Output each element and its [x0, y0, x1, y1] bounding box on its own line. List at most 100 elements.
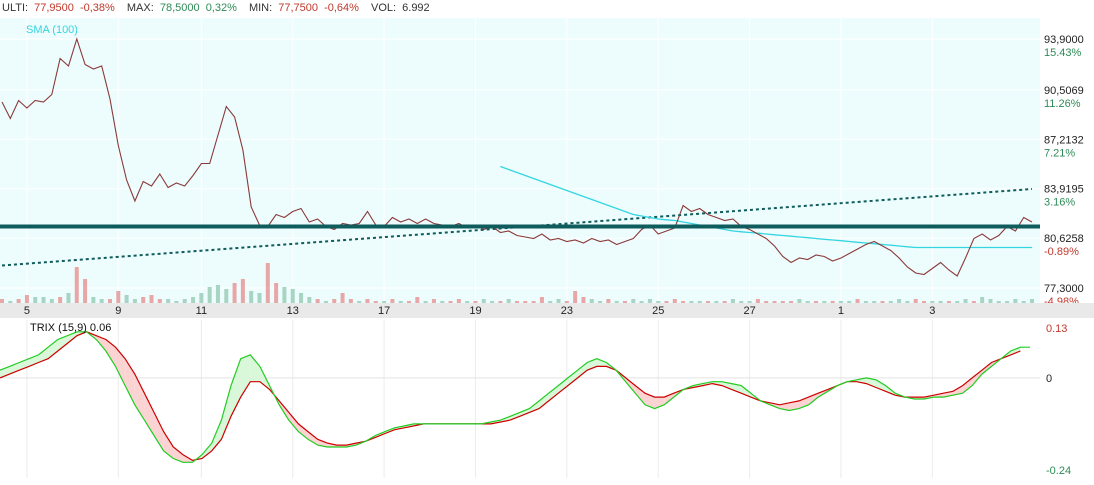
volume-bar: [922, 301, 927, 303]
volume-bar: [307, 297, 312, 303]
price-tick-percent: 11.26%: [1044, 98, 1081, 110]
volume-bar: [191, 297, 196, 303]
volume-bar: [747, 301, 752, 303]
volume-bar: [880, 301, 885, 303]
volume-bar: [174, 301, 179, 303]
volume-bar: [706, 301, 711, 303]
volume-bar: [797, 299, 802, 303]
volume-bar: [573, 291, 578, 303]
volume-bar: [99, 299, 104, 303]
volume-bar: [240, 279, 245, 303]
volume-bar: [722, 301, 727, 303]
volume-bar: [606, 299, 611, 303]
volume-bar: [730, 299, 735, 303]
volume-bar: [332, 299, 337, 303]
volume-bar: [714, 301, 719, 303]
trix-title: TRIX (15,9) 0.06: [30, 322, 111, 334]
volume-bar: [1005, 301, 1010, 303]
date-tick-label: 27: [743, 305, 755, 317]
volume-bar: [564, 301, 569, 303]
volume-bar: [407, 301, 412, 303]
chart-canvas: 93,900015.43% 90,506911.26% 87,21327.21% 83…: [0, 0, 1094, 480]
volume-bar: [689, 301, 694, 303]
volume-bar: [963, 299, 968, 303]
volume-bar: [490, 301, 495, 303]
volume-bar: [132, 299, 137, 303]
volume-bar: [872, 301, 877, 303]
price-tick-percent: 15.43%: [1044, 47, 1082, 59]
volume-bar: [789, 301, 794, 303]
volume-bar: [946, 301, 951, 303]
date-tick-label: 9: [115, 305, 121, 317]
volume-bar: [622, 301, 627, 303]
volume-bar: [822, 301, 827, 303]
volume-bar: [207, 287, 212, 303]
volume-bar: [1030, 299, 1034, 303]
volume-bar: [589, 299, 594, 303]
volume-bar: [16, 299, 21, 303]
price-tick-label: 80,6258: [1044, 233, 1084, 245]
date-tick-label: 19: [469, 305, 481, 317]
volume-bar: [664, 301, 669, 303]
volume-bar: [431, 299, 436, 303]
volume-bar: [440, 301, 445, 303]
volume-bar: [631, 299, 636, 303]
date-tick-label: 25: [652, 305, 664, 317]
volume-bar: [830, 301, 835, 303]
volume-bar: [58, 297, 63, 303]
volume-bar: [398, 301, 403, 303]
volume-bar: [780, 301, 785, 303]
volume-bar: [656, 301, 661, 303]
volume-bar: [340, 293, 345, 303]
volume-bar: [390, 299, 395, 303]
volume-bar: [639, 301, 644, 303]
volume-bar: [257, 293, 262, 303]
volume-bar: [814, 301, 819, 303]
volume-bar: [847, 301, 852, 303]
volume-bar: [897, 299, 902, 303]
volume-bar: [357, 301, 362, 303]
volume-bar: [348, 299, 353, 303]
volume-bar: [224, 289, 229, 303]
volume-bar: [107, 299, 112, 303]
volume-bar: [83, 279, 88, 303]
volume-bar: [448, 301, 453, 303]
volume-bar: [838, 301, 843, 303]
volume-bar: [199, 293, 204, 303]
volume-bar: [141, 297, 146, 303]
volume-bar: [299, 293, 304, 303]
trix-tick-label: -0.24: [1046, 465, 1071, 477]
volume-bar: [971, 301, 976, 303]
date-tick-label: 17: [378, 305, 390, 317]
volume-bar: [523, 301, 528, 303]
volume-bar: [515, 301, 519, 303]
volume-bar: [531, 301, 536, 303]
volume-bar: [548, 301, 553, 303]
volume-bar: [265, 263, 270, 303]
volume-bar: [888, 301, 893, 303]
price-tick-label: 83,9195: [1044, 184, 1084, 196]
date-tick-label: 13: [287, 305, 299, 317]
date-tick-label: 11: [196, 305, 207, 317]
volume-bar: [996, 301, 1001, 303]
volume-bar: [315, 299, 320, 303]
volume-bar: [382, 301, 387, 303]
volume-bar: [232, 283, 237, 303]
volume-bar: [215, 285, 220, 303]
volume-bar: [116, 291, 121, 303]
volume-bar: [1021, 301, 1026, 303]
price-tick-label: 87,2132: [1044, 134, 1084, 146]
volume-bar: [913, 299, 918, 303]
volume-bar: [249, 291, 254, 303]
volume-bar: [365, 299, 370, 303]
volume-bar: [988, 299, 993, 303]
volume-bar: [0, 299, 4, 303]
volume-bar: [49, 299, 54, 303]
volume-bar: [863, 301, 868, 303]
volume-bar: [473, 301, 478, 303]
volume-bar: [556, 299, 561, 303]
volume-bar: [149, 295, 154, 303]
volume-bar: [74, 267, 79, 303]
volume-bar: [1013, 299, 1018, 303]
volume-bar: [481, 299, 486, 303]
